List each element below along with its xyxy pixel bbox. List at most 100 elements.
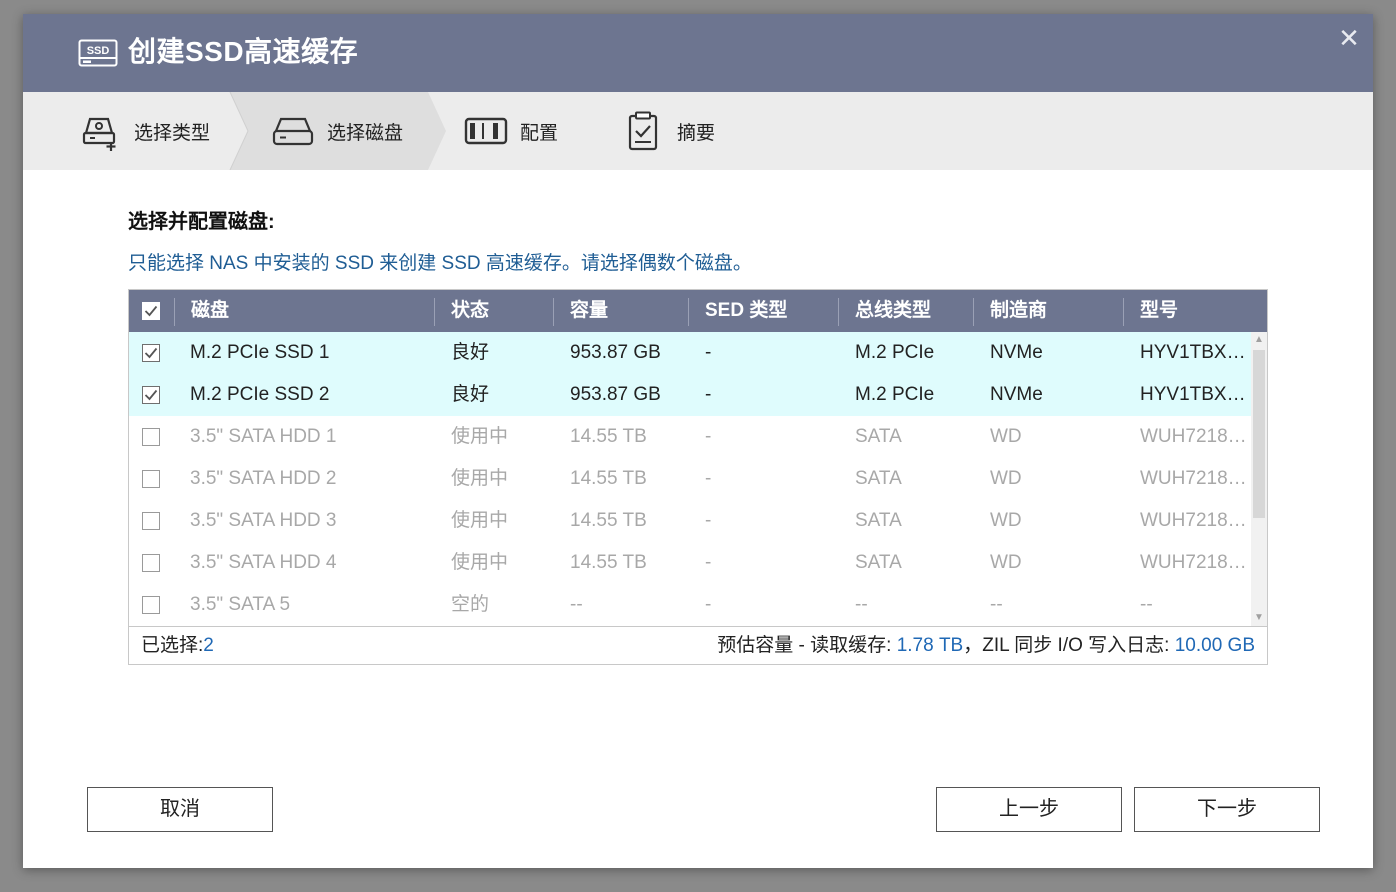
cell-capacity: 14.55 TB [570,552,647,573]
cell-model: WUH72181… [1140,552,1250,573]
cell-sed-type: - [705,552,712,573]
step-label: 选择磁盘 [327,122,404,144]
select-all-checkbox[interactable] [142,302,160,320]
cell-status: 使用中 [451,426,509,447]
cell-model: -- [1140,594,1153,615]
zil-log-value: 10.00 GB [1174,635,1255,656]
cell-vendor: WD [990,426,1022,447]
column-header-capacity[interactable]: 容量 [570,290,608,332]
column-header-vendor[interactable]: 制造商 [990,290,1047,332]
cell-model: WUH72181… [1140,468,1250,489]
back-button[interactable]: 上一步 [936,787,1122,832]
cell-capacity: 14.55 TB [570,510,647,531]
selected-count-status: 已选择:2 [141,635,214,656]
cell-vendor: NVMe [990,384,1043,405]
cell-sed-type: - [705,342,712,363]
hint-text: 只能选择 NAS 中安装的 SSD 来创建 SSD 高速缓存。请选择偶数个磁盘。 [128,253,752,274]
step-select-type: 选择类型 [78,92,210,170]
create-ssd-cache-dialog: SSD 创建SSD高速缓存 ✕ 选择类型 选择磁盘 配置 摘要 选择并配置磁盘:… [23,14,1373,868]
cell-bus-type: SATA [855,426,902,447]
cell-disk: 3.5" SATA HDD 3 [190,510,337,531]
cancel-button[interactable]: 取消 [87,787,273,832]
step-summary: 摘要 [621,92,715,170]
cell-sed-type: - [705,468,712,489]
checkmark-icon [144,389,158,401]
checkmark-icon [144,347,158,359]
cell-vendor: WD [990,552,1022,573]
cell-bus-type: M.2 PCIe [855,342,935,363]
wizard-steps: 选择类型 选择磁盘 配置 摘要 [23,92,1373,170]
row-checkbox [142,428,160,446]
cell-status: 使用中 [451,468,509,489]
cell-capacity: 953.87 GB [570,342,661,363]
table-header: 磁盘 状态 容量 SED 类型 总线类型 制造商 型号 [129,290,1267,332]
column-header-disk[interactable]: 磁盘 [191,290,229,332]
scroll-down-arrow-icon[interactable]: ▼ [1251,610,1267,626]
step-label: 配置 [520,122,559,144]
table-row: 3.5" SATA HDD 1 使用中 14.55 TB - SATA WD WUH7218… [129,416,1251,458]
summary-clipboard-icon [621,109,665,153]
step-label: 摘要 [677,122,716,144]
cell-model: WUH72181… [1140,426,1250,447]
cell-sed-type: - [705,594,712,615]
step-configure: 配置 [464,92,558,170]
cell-sed-type: - [705,426,712,447]
cell-bus-type: SATA [855,468,902,489]
disk-icon [271,109,315,153]
row-checkbox[interactable] [142,344,160,362]
scrollbar-thumb[interactable] [1253,350,1265,518]
row-checkbox [142,470,160,488]
scroll-up-arrow-icon[interactable]: ▲ [1251,332,1267,348]
column-header-model[interactable]: 型号 [1140,290,1178,332]
table-body: M.2 PCIe SSD 1 良好 953.87 GB - M.2 PCIe NVMe HY… [129,332,1267,626]
cell-bus-type: -- [855,594,868,615]
table-row: 3.5" SATA HDD 2 使用中 14.55 TB - SATA WD WUH7218… [129,458,1251,500]
table-row: 3.5" SATA 5 空的 -- - -- -- -- [129,584,1251,626]
cell-bus-type: SATA [855,510,902,531]
row-checkbox[interactable] [142,386,160,404]
cell-capacity: 953.87 GB [570,384,661,405]
column-header-bus-type[interactable]: 总线类型 [855,290,931,332]
cell-disk: 3.5" SATA HDD 2 [190,468,337,489]
row-checkbox [142,596,160,614]
cell-disk: M.2 PCIe SSD 1 [190,342,330,363]
cell-status: 良好 [451,384,490,405]
cell-status: 使用中 [451,510,509,531]
cell-vendor: WD [990,510,1022,531]
svg-text:SSD: SSD [87,45,110,57]
cell-vendor: WD [990,468,1022,489]
selected-count: 2 [203,635,214,656]
cell-status: 使用中 [451,552,509,573]
table-scrollbar[interactable]: ▲ ▼ [1251,332,1267,626]
config-icon [464,109,508,153]
table-row: 3.5" SATA HDD 3 使用中 14.55 TB - SATA WD WUH7218… [129,500,1251,542]
cell-bus-type: M.2 PCIe [855,384,935,405]
cell-capacity: 14.55 TB [570,426,647,447]
ssd-icon: SSD [78,39,118,67]
step-label: 选择类型 [134,122,211,144]
column-header-sed-type[interactable]: SED 类型 [705,290,787,332]
close-button[interactable]: ✕ [1335,24,1363,52]
table-row[interactable]: M.2 PCIe SSD 1 良好 953.87 GB - M.2 PCIe NVMe HY… [129,332,1251,374]
cell-disk: 3.5" SATA 5 [190,594,291,615]
cell-model: HYV1TBX3… [1140,342,1250,363]
cell-model: HYV1TBX3… [1140,384,1250,405]
dialog-titlebar: SSD 创建SSD高速缓存 ✕ [23,14,1373,92]
read-cache-value: 1.78 TB [896,635,964,656]
disk-table: 磁盘 状态 容量 SED 类型 总线类型 制造商 型号 M.2 PCIe SSD… [128,289,1268,665]
column-header-status[interactable]: 状态 [451,290,489,332]
cell-vendor: NVMe [990,342,1043,363]
cell-capacity: -- [570,594,583,615]
dialog-title: 创建SSD高速缓存 [128,36,359,67]
cell-bus-type: SATA [855,552,902,573]
row-checkbox [142,554,160,572]
cell-vendor: -- [990,594,1003,615]
cell-model: WUH72181… [1140,510,1250,531]
table-row[interactable]: M.2 PCIe SSD 2 良好 953.87 GB - M.2 PCIe NVMe HY… [129,374,1251,416]
cell-disk: 3.5" SATA HDD 1 [190,426,337,447]
cell-sed-type: - [705,384,712,405]
capacity-estimate: 预估容量 - 读取缓存: 1.78 TB，ZIL 同步 I/O 写入日志: 10… [717,635,1255,656]
cell-disk: 3.5" SATA HDD 4 [190,552,337,573]
cell-status: 良好 [451,342,490,363]
next-button[interactable]: 下一步 [1134,787,1320,832]
